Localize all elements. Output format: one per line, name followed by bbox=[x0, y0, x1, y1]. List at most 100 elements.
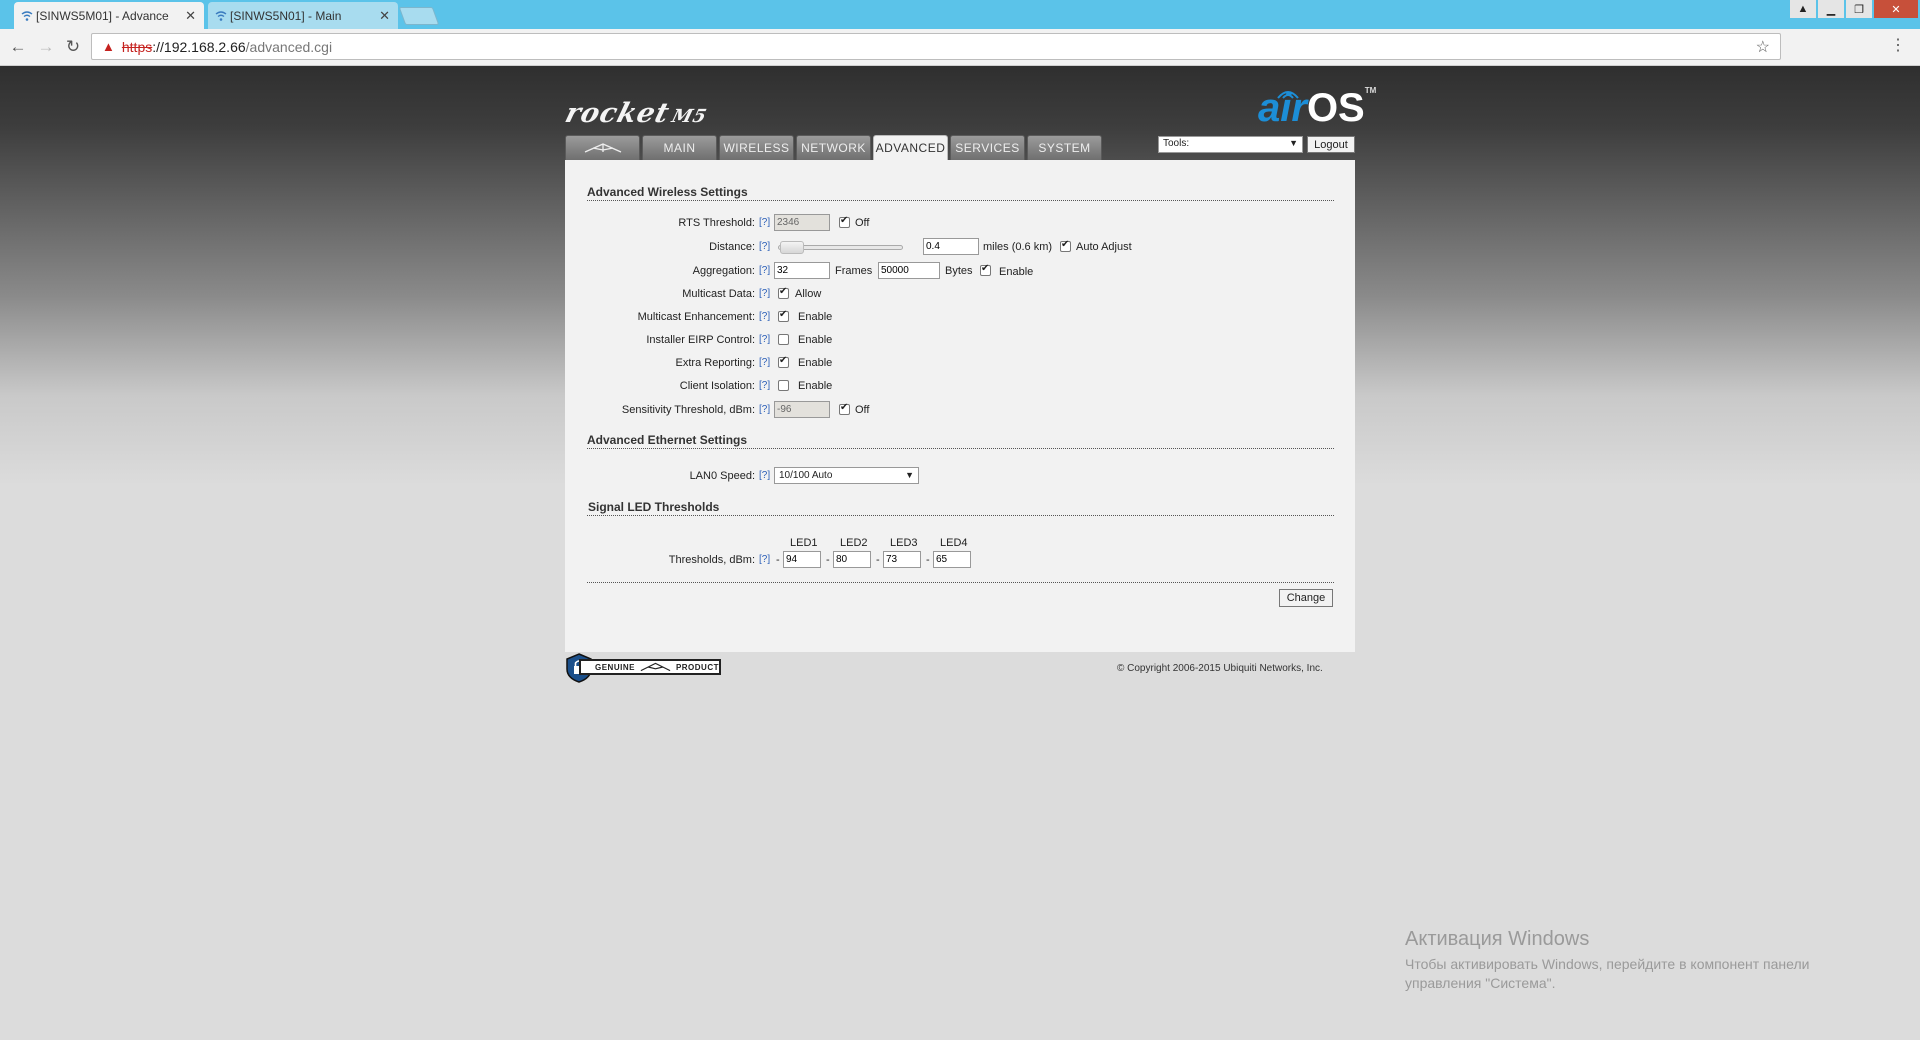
thresholds-label: Thresholds, dBm: bbox=[668, 554, 755, 566]
wifi-arc-icon bbox=[1277, 91, 1299, 99]
help-link[interactable]: [?] bbox=[759, 217, 770, 228]
close-tab-icon[interactable]: ✕ bbox=[379, 8, 390, 24]
help-link[interactable]: [?] bbox=[759, 470, 770, 481]
distance-label: Distance: bbox=[709, 241, 755, 253]
aggregation-enable-checkbox[interactable] bbox=[980, 263, 991, 276]
section-title-led: Signal LED Thresholds bbox=[588, 500, 720, 514]
genuine-product-bar: GENUINE PRODUCT bbox=[579, 659, 721, 675]
multicast-allow-label: Allow bbox=[795, 288, 822, 300]
led2-threshold-input[interactable] bbox=[833, 551, 871, 568]
help-link[interactable]: [?] bbox=[759, 241, 770, 252]
multicast-enhancement-label: Multicast Enhancement: bbox=[637, 311, 755, 323]
led2-header: LED2 bbox=[840, 537, 868, 549]
rts-label: RTS Threshold: bbox=[678, 217, 755, 229]
frames-unit: Frames bbox=[835, 265, 873, 277]
help-link[interactable]: [?] bbox=[759, 554, 770, 565]
sensitivity-off-checkbox[interactable] bbox=[839, 402, 850, 415]
wifi-icon bbox=[215, 11, 227, 21]
windows-activation-watermark: Активация Windows Чтобы активировать Win… bbox=[1405, 928, 1865, 993]
lan0-speed-select[interactable]: 10/100 Auto ▼ bbox=[774, 467, 919, 484]
tab-title: [SINWS5M01] - Advance bbox=[36, 8, 169, 23]
rocket-logo: rocketM5 bbox=[561, 98, 710, 129]
extra-reporting-enable-label: Enable bbox=[798, 357, 833, 369]
sensitivity-label: Sensitivity Threshold, dBm: bbox=[621, 404, 755, 416]
genuine-product-badge: GENUINE PRODUCT bbox=[565, 653, 723, 683]
divider bbox=[587, 200, 1334, 201]
sensitivity-input[interactable] bbox=[774, 401, 830, 418]
browser-tab-bar: [SINWS5M01] - Advance ✕ [SINWS5N01] - Ma… bbox=[0, 0, 1920, 29]
help-link[interactable]: [?] bbox=[759, 404, 770, 415]
tab-main[interactable]: MAIN bbox=[642, 135, 717, 160]
address-bar[interactable]: ▲ https ://192.168.2.66 /advanced.cgi ☆ bbox=[91, 33, 1781, 60]
rts-input[interactable] bbox=[774, 214, 830, 231]
led3-header: LED3 bbox=[890, 537, 918, 549]
bytes-unit: Bytes bbox=[945, 265, 973, 277]
help-link[interactable]: [?] bbox=[759, 357, 770, 368]
installer-eirp-label: Installer EIRP Control: bbox=[646, 334, 755, 346]
tab-advanced[interactable]: ADVANCED bbox=[873, 135, 948, 160]
multicast-enhancement-checkbox[interactable] bbox=[778, 309, 789, 322]
ubiquiti-logo-icon bbox=[640, 662, 671, 672]
close-tab-icon[interactable]: ✕ bbox=[185, 8, 196, 24]
divider bbox=[587, 448, 1334, 449]
tab-ubnt-logo[interactable] bbox=[565, 135, 640, 160]
tools-dropdown[interactable]: Tools: ▼ bbox=[1158, 136, 1303, 153]
forward-icon[interactable]: → bbox=[36, 37, 56, 57]
aggregation-frames-input[interactable] bbox=[774, 262, 830, 279]
dash: - bbox=[926, 554, 930, 566]
extra-reporting-checkbox[interactable] bbox=[778, 355, 789, 368]
led4-header: LED4 bbox=[940, 537, 968, 549]
dash: - bbox=[876, 554, 880, 566]
bookmark-star-icon[interactable]: ☆ bbox=[1756, 37, 1770, 57]
help-link[interactable]: [?] bbox=[759, 334, 770, 345]
url-host: ://192.168.2.66 bbox=[152, 38, 246, 55]
change-button[interactable]: Change bbox=[1279, 589, 1333, 607]
aggregation-bytes-input[interactable] bbox=[878, 262, 940, 279]
logout-button[interactable]: Logout bbox=[1307, 136, 1355, 153]
sensitivity-off-label: Off bbox=[855, 404, 870, 416]
dropdown-arrow-icon: ▼ bbox=[905, 470, 914, 480]
close-window-button[interactable]: ✕ bbox=[1874, 0, 1918, 18]
led3-threshold-input[interactable] bbox=[883, 551, 921, 568]
browser-toolbar: ← → ↻ ▲ https ://192.168.2.66 /advanced.… bbox=[0, 29, 1920, 66]
divider bbox=[587, 582, 1334, 583]
activation-title: Активация Windows bbox=[1405, 928, 1590, 950]
activation-text: Чтобы активировать Windows, перейдите в … bbox=[1405, 956, 1810, 991]
led4-threshold-input[interactable] bbox=[933, 551, 971, 568]
auto-adjust-checkbox[interactable] bbox=[1060, 239, 1071, 252]
url-path: /advanced.cgi bbox=[245, 38, 333, 55]
back-icon[interactable]: ← bbox=[8, 37, 28, 57]
help-link[interactable]: [?] bbox=[759, 288, 770, 299]
restore-button[interactable]: ❐ bbox=[1846, 0, 1872, 18]
tab-wireless[interactable]: WIRELESS bbox=[719, 135, 794, 160]
new-tab-button[interactable] bbox=[398, 7, 440, 25]
browser-menu-icon[interactable]: ⋮ bbox=[1890, 38, 1906, 54]
distance-slider-handle[interactable] bbox=[780, 241, 804, 254]
installer-eirp-checkbox[interactable] bbox=[778, 334, 789, 345]
rts-off-checkbox[interactable] bbox=[839, 215, 850, 228]
user-icon[interactable]: ▲ bbox=[1790, 0, 1816, 18]
distance-input[interactable] bbox=[923, 238, 979, 255]
installer-eirp-enable-label: Enable bbox=[798, 334, 833, 346]
help-link[interactable]: [?] bbox=[759, 265, 770, 276]
rts-off-label: Off bbox=[855, 217, 870, 229]
tab-network[interactable]: NETWORK bbox=[796, 135, 871, 160]
client-isolation-checkbox[interactable] bbox=[778, 380, 789, 391]
tab-system[interactable]: SYSTEM bbox=[1027, 135, 1102, 160]
aggregation-enable-label: Enable bbox=[999, 266, 1034, 278]
help-link[interactable]: [?] bbox=[759, 311, 770, 322]
multicast-data-checkbox[interactable] bbox=[778, 286, 789, 299]
reload-icon[interactable]: ↻ bbox=[63, 37, 83, 57]
ubiquiti-logo-icon bbox=[584, 143, 621, 153]
led1-threshold-input[interactable] bbox=[783, 551, 821, 568]
wifi-icon bbox=[21, 11, 33, 21]
help-link[interactable]: [?] bbox=[759, 380, 770, 391]
divider bbox=[587, 515, 1334, 516]
client-isolation-enable-label: Enable bbox=[798, 380, 833, 392]
minimize-button[interactable]: ▁ bbox=[1818, 0, 1844, 18]
browser-tab-advanced[interactable]: [SINWS5M01] - Advance ✕ bbox=[14, 2, 204, 29]
copyright-text: © Copyright 2006-2015 Ubiquiti Networks,… bbox=[1117, 663, 1323, 674]
multicast-enhancement-enable-label: Enable bbox=[798, 311, 833, 323]
browser-tab-main[interactable]: [SINWS5N01] - Main ✕ bbox=[208, 2, 398, 29]
tab-services[interactable]: SERVICES bbox=[950, 135, 1025, 160]
